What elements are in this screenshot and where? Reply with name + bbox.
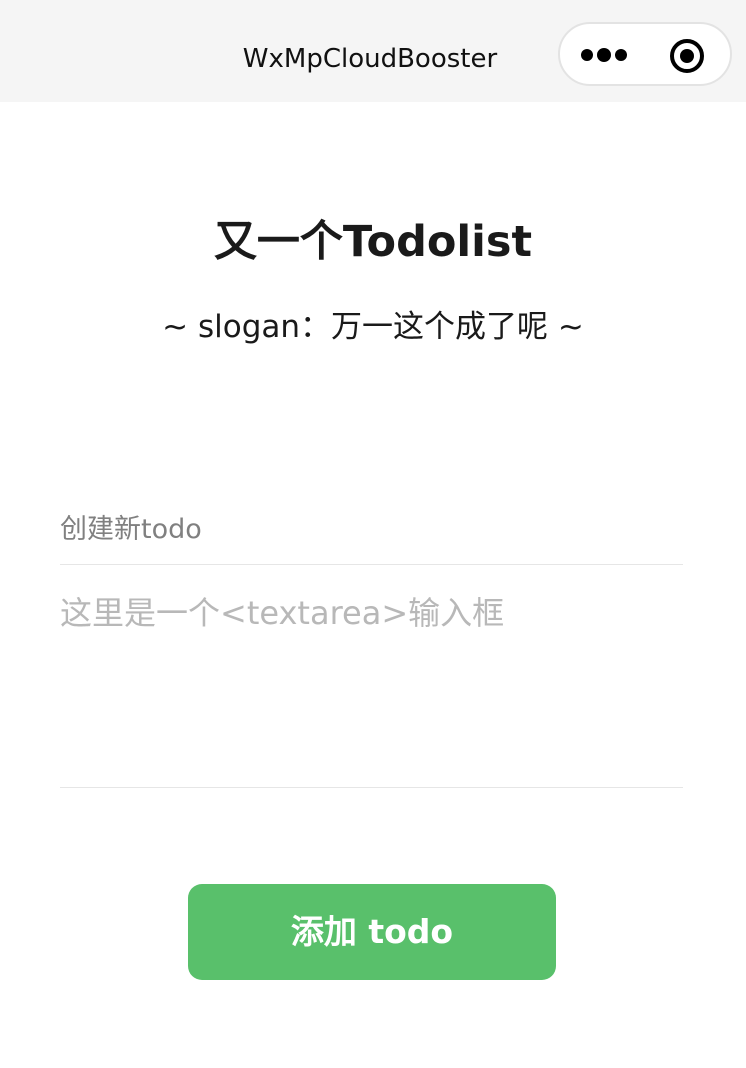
menu-capsule bbox=[558, 22, 732, 86]
divider bbox=[60, 787, 683, 788]
new-todo-label: 创建新todo bbox=[60, 514, 202, 545]
add-todo-button[interactable]: 添加 todo bbox=[188, 884, 556, 980]
page-title: 又一个Todolist bbox=[213, 217, 533, 267]
todo-textarea[interactable] bbox=[60, 590, 683, 770]
target-close-icon[interactable] bbox=[668, 37, 706, 75]
capsule-divider bbox=[646, 40, 647, 70]
navigation-bar: WxMpCloudBooster bbox=[0, 0, 746, 102]
more-dots-icon[interactable] bbox=[580, 47, 628, 63]
slogan-text: ~ slogan：万一这个成了呢 ~ bbox=[162, 309, 584, 345]
divider bbox=[60, 564, 683, 565]
